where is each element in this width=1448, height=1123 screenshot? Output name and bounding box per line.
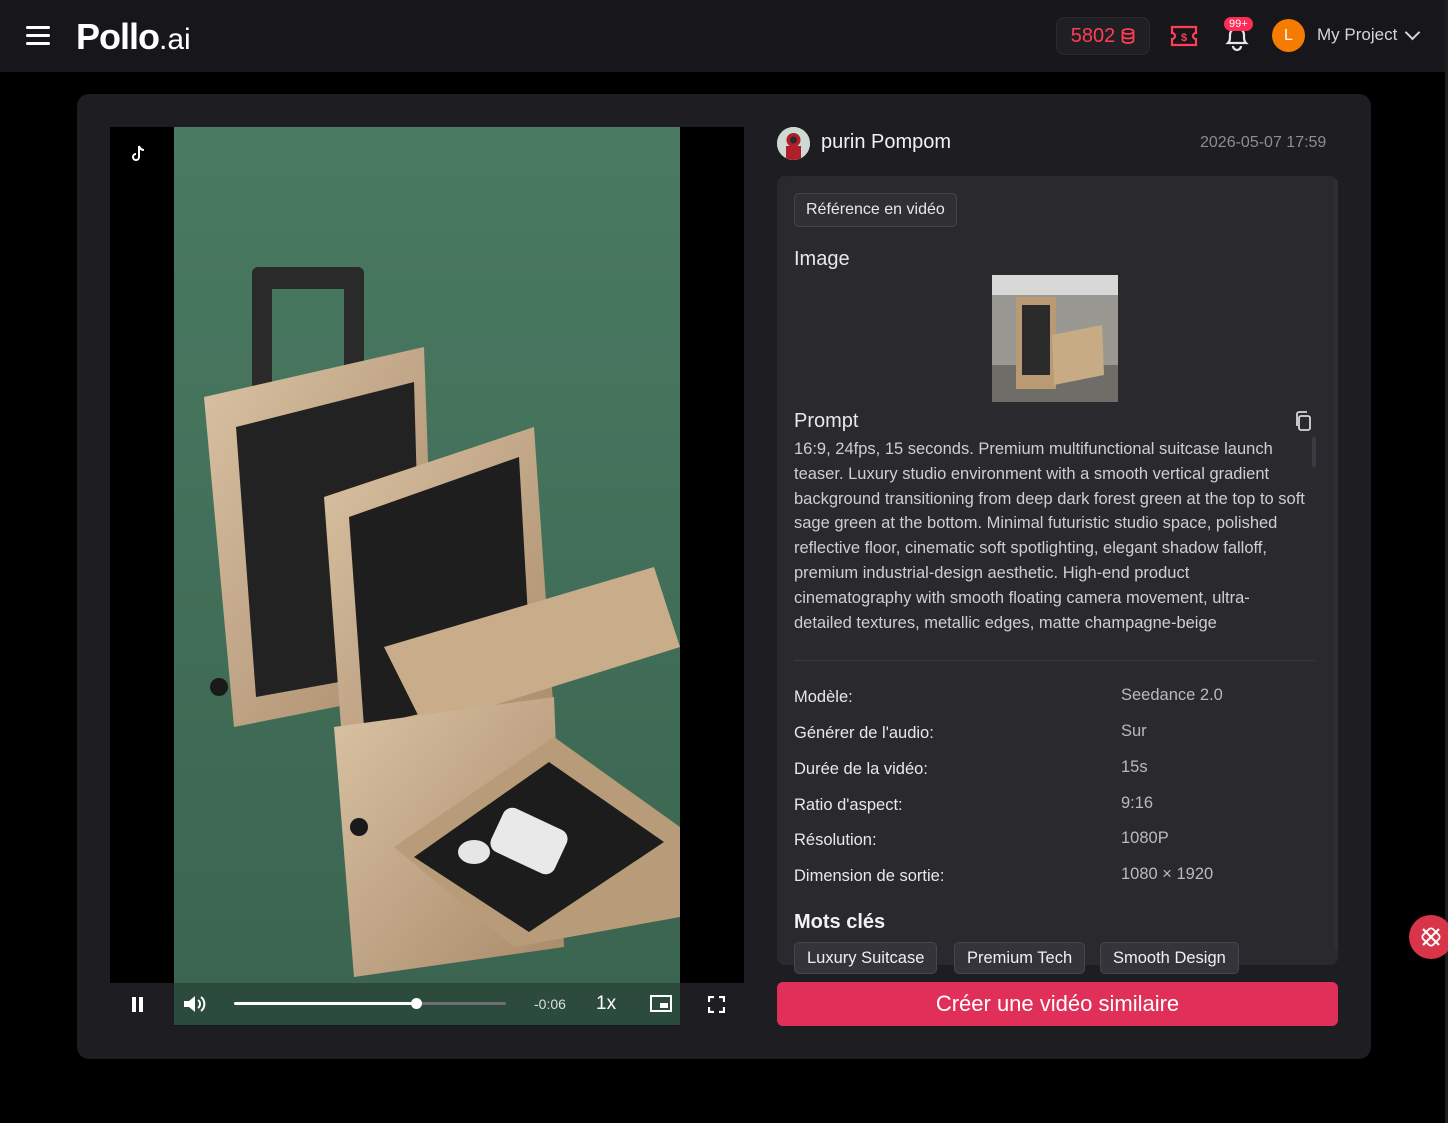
copy-icon[interactable] [1294,411,1312,431]
image-section-label: Image [794,248,850,270]
spec-value: 1080 × 1920 [1121,865,1214,883]
fullscreen-icon[interactable] [708,996,725,1013]
playback-speed-button[interactable]: 1x [596,993,616,1015]
post-date: 2026-05-07 17:59 [1200,134,1327,151]
credits-count: 5802 [1070,24,1116,47]
project-dropdown[interactable]: My Project [1317,24,1421,45]
coins-icon [1121,28,1135,44]
tiktok-icon [132,145,145,161]
picture-in-picture-icon[interactable] [650,995,672,1012]
spec-label: Ratio d'aspect: [794,796,903,814]
logo-suffix: .ai [159,23,191,56]
author-avatar[interactable] [777,127,810,160]
prompt-scrollbar[interactable] [1312,437,1316,467]
volume-icon[interactable] [182,993,206,1015]
logo[interactable]: Pollo.ai [76,16,191,58]
keyword-chip[interactable]: Luxury Suitcase [794,942,938,974]
project-label: My Project [1317,25,1398,44]
keyword-chip[interactable]: Smooth Design [1100,942,1239,974]
notification-badge: 99+ [1224,17,1253,31]
mode-tag: Référence en vidéo [794,193,957,227]
spec-value: Sur [1121,722,1147,740]
spec-value: Seedance 2.0 [1121,686,1223,704]
credits-button[interactable]: 5802 [1056,17,1150,55]
prompt-text: 16:9, 24fps, 15 seconds. Premium multifu… [794,440,1305,632]
divider [794,660,1315,661]
video-frame[interactable] [174,127,680,1025]
spec-label: Durée de la vidéo: [794,760,928,778]
spec-value: 1080P [1121,829,1169,847]
user-avatar[interactable]: L [1272,19,1305,52]
pricing-ticket-icon[interactable]: $ [1170,24,1198,48]
chevron-down-icon [1405,24,1421,41]
floating-tools-button[interactable] [1409,915,1448,959]
hamburger-menu-icon[interactable] [26,26,50,46]
video-progress-bar[interactable] [234,998,506,1009]
spec-value: 9:16 [1121,794,1154,812]
spec-label: Résolution: [794,831,877,849]
time-remaining: -0:06 [534,996,566,1012]
reference-image-thumbnail[interactable] [992,275,1118,402]
pause-icon[interactable] [132,997,146,1013]
video-still-suitcase [174,127,680,1025]
prompt-section-label: Prompt [794,410,859,432]
keyword-chip[interactable]: Premium Tech [954,942,1086,974]
spec-value: 15s [1121,758,1148,776]
keywords-title: Mots clés [794,911,886,933]
create-similar-video-button[interactable]: Créer une vidéo similaire [777,982,1338,1026]
panel-scrollbar[interactable] [1334,180,1338,950]
author-avatar-image [777,127,810,160]
author-name[interactable]: purin Pompom [821,131,951,154]
spec-label: Dimension de sortie: [794,867,945,885]
spec-label: Générer de l'audio: [794,724,934,742]
logo-main: Pollo [76,16,160,57]
spec-label: Modèle: [794,688,853,706]
reference-image [992,275,1118,402]
tools-icon [1421,927,1441,947]
svg-text:$: $ [1181,32,1187,44]
video-progress-fill [234,1002,417,1005]
